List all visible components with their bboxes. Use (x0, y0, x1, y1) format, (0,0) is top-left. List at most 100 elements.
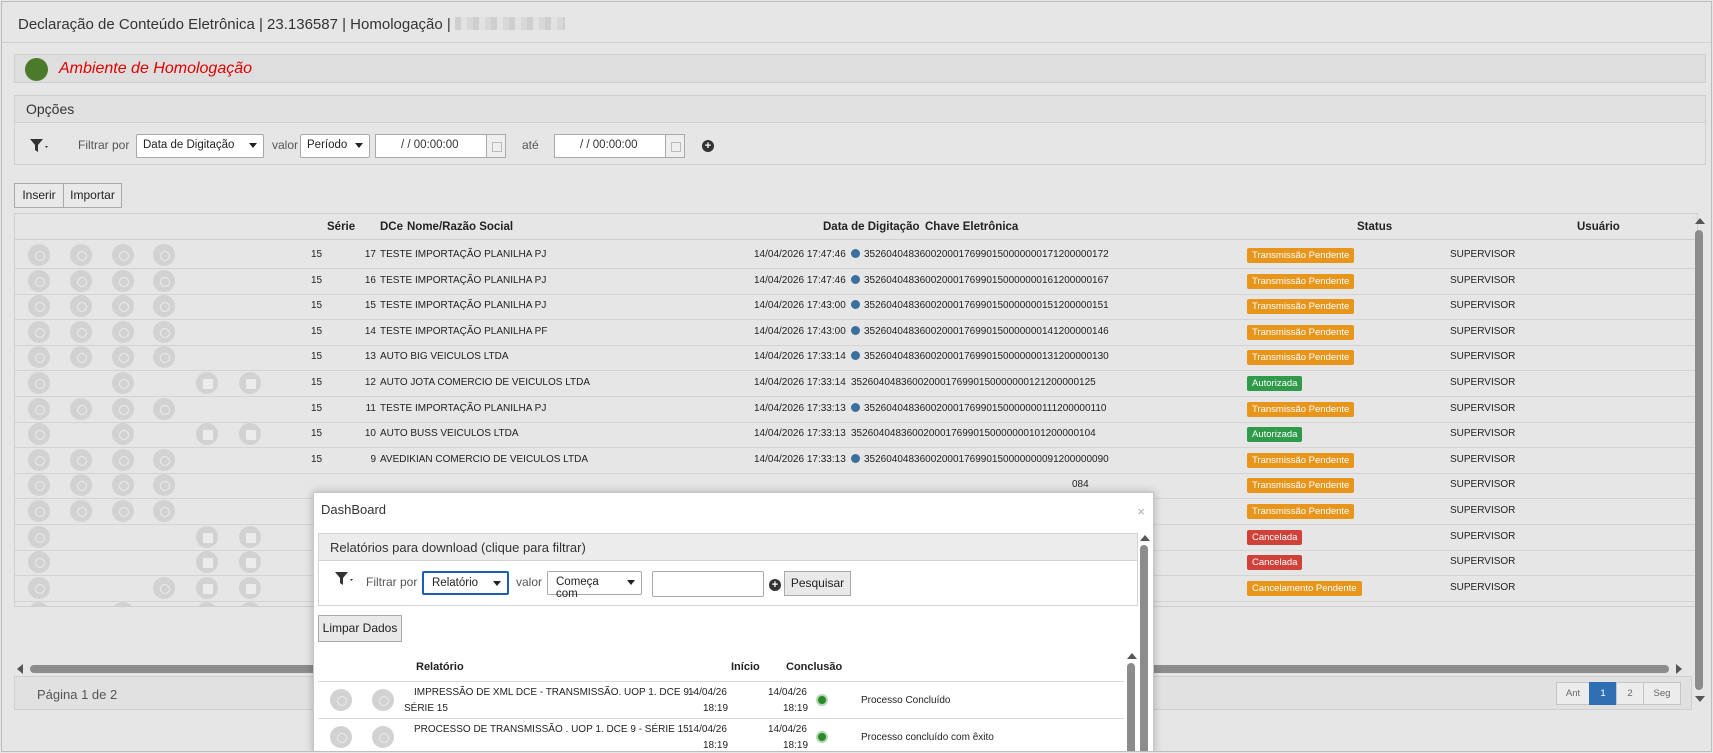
report-field-select[interactable]: Relatório (422, 571, 509, 595)
import-button[interactable]: Importar (63, 183, 122, 208)
date-to-input[interactable]: / / 00:00:00 (554, 134, 666, 158)
help-icon[interactable] (239, 525, 261, 548)
grid-vertical-scrollbar[interactable] (1694, 216, 1705, 704)
cancel-icon[interactable] (112, 500, 134, 522)
delete-icon[interactable] (372, 689, 394, 711)
search-icon[interactable] (28, 320, 50, 343)
help-icon[interactable] (239, 551, 261, 574)
scroll-left-arrow-icon[interactable] (17, 664, 23, 674)
search-icon[interactable] (28, 423, 50, 446)
cancel-icon[interactable] (112, 320, 134, 343)
search-icon[interactable] (28, 269, 50, 292)
report-value-mode-select[interactable]: Começa com (547, 571, 642, 600)
scroll-down-arrow-icon[interactable] (1695, 696, 1705, 702)
search-icon[interactable] (28, 346, 50, 369)
close-icon[interactable]: × (1137, 504, 1145, 519)
cancel-icon[interactable] (112, 397, 134, 420)
help-icon[interactable] (239, 602, 261, 606)
value-mode-select[interactable]: Período (300, 134, 370, 158)
print-icon[interactable] (196, 551, 218, 574)
send-icon[interactable] (153, 474, 175, 497)
reports-scroll-thumb[interactable] (1127, 663, 1135, 751)
print-icon[interactable] (196, 602, 218, 606)
search-icon[interactable] (28, 551, 50, 574)
filter-funnel-icon[interactable] (29, 138, 49, 154)
dashboard-scroll-up-arrow-icon[interactable] (1140, 535, 1150, 541)
edit-icon[interactable] (70, 269, 92, 292)
print-icon[interactable] (196, 423, 218, 446)
dashboard-scroll-thumb[interactable] (1140, 545, 1148, 751)
search-icon[interactable] (28, 576, 50, 599)
download-icon[interactable] (330, 689, 352, 711)
cancel-icon[interactable] (112, 346, 134, 369)
cancel-icon[interactable] (112, 244, 134, 266)
print-icon[interactable] (196, 576, 218, 599)
send-icon[interactable] (153, 320, 175, 343)
pager-page-2[interactable]: 2 (1616, 682, 1644, 705)
edit-icon[interactable] (70, 448, 92, 471)
insert-button[interactable]: Inserir (14, 183, 64, 208)
edit-icon[interactable] (70, 500, 92, 522)
col-nome[interactable]: Nome/Razão Social (407, 221, 513, 233)
edit-icon[interactable] (70, 474, 92, 497)
search-button[interactable]: Pesquisar (784, 571, 851, 596)
send-icon[interactable] (153, 244, 175, 266)
help-icon[interactable] (239, 372, 261, 394)
reports-panel-title[interactable]: Relatórios para download (clique para fi… (319, 534, 1137, 561)
search-icon[interactable] (28, 474, 50, 497)
dashboard-filter-funnel-icon[interactable] (334, 571, 354, 587)
pager-prev[interactable]: Ant (1556, 682, 1590, 705)
report-search-input[interactable] (652, 571, 764, 597)
delete-icon[interactable] (372, 726, 394, 748)
date-from-input[interactable]: / / 00:00:00 (375, 134, 487, 158)
edit-icon[interactable] (70, 295, 92, 318)
help-icon[interactable] (239, 423, 261, 446)
col-serie[interactable]: Série (327, 221, 355, 233)
edit-icon[interactable] (70, 244, 92, 266)
cancel-icon[interactable] (112, 474, 134, 497)
print-icon[interactable] (196, 525, 218, 548)
send-icon[interactable] (153, 397, 175, 420)
filter-field-select[interactable]: Data de Digitação (136, 134, 264, 158)
search-icon[interactable] (28, 448, 50, 471)
dashboard-add-filter-icon[interactable]: + (769, 579, 781, 591)
print-icon[interactable] (196, 372, 218, 394)
search-icon[interactable] (28, 500, 50, 522)
date-from-calendar-icon[interactable] (486, 134, 506, 158)
date-to-calendar-icon[interactable] (665, 134, 685, 158)
search-icon[interactable] (28, 295, 50, 318)
clear-data-button[interactable]: Limpar Dados (318, 615, 402, 642)
cancel-icon[interactable] (112, 295, 134, 318)
edit-icon[interactable] (70, 320, 92, 343)
send-icon[interactable] (153, 269, 175, 292)
cancel-icon[interactable] (112, 602, 134, 606)
edit-icon[interactable] (70, 397, 92, 420)
send-icon[interactable] (153, 448, 175, 471)
col-chave[interactable]: Chave Eletrônica (925, 221, 1018, 233)
cancel-icon[interactable] (112, 423, 134, 446)
edit-icon[interactable] (70, 346, 92, 369)
send-icon[interactable] (153, 576, 175, 599)
search-icon[interactable] (28, 372, 50, 394)
pager-page-1[interactable]: 1 (1589, 682, 1617, 705)
dashboard-scrollbar[interactable] (1139, 533, 1150, 751)
scroll-up-arrow-icon[interactable] (1695, 218, 1705, 224)
cancel-icon[interactable] (112, 372, 134, 394)
col-usuario[interactable]: Usuário (1577, 221, 1620, 233)
search-icon[interactable] (28, 525, 50, 548)
scroll-right-arrow-icon[interactable] (1676, 664, 1682, 674)
reports-table-scrollbar[interactable] (1126, 651, 1137, 751)
send-icon[interactable] (153, 500, 175, 522)
pager-next[interactable]: Seg (1643, 682, 1681, 705)
vertical-scroll-thumb[interactable] (1695, 230, 1703, 690)
cancel-icon[interactable] (112, 269, 134, 292)
col-relatorio[interactable]: Relatório (416, 661, 464, 673)
download-icon[interactable] (330, 726, 352, 748)
col-conclusao[interactable]: Conclusão (786, 661, 842, 673)
reports-scroll-up-arrow-icon[interactable] (1127, 653, 1137, 659)
col-inicio[interactable]: Início (731, 661, 760, 673)
col-status[interactable]: Status (1357, 221, 1392, 233)
search-icon[interactable] (28, 602, 50, 606)
add-filter-icon[interactable]: + (702, 140, 714, 152)
help-icon[interactable] (239, 576, 261, 599)
